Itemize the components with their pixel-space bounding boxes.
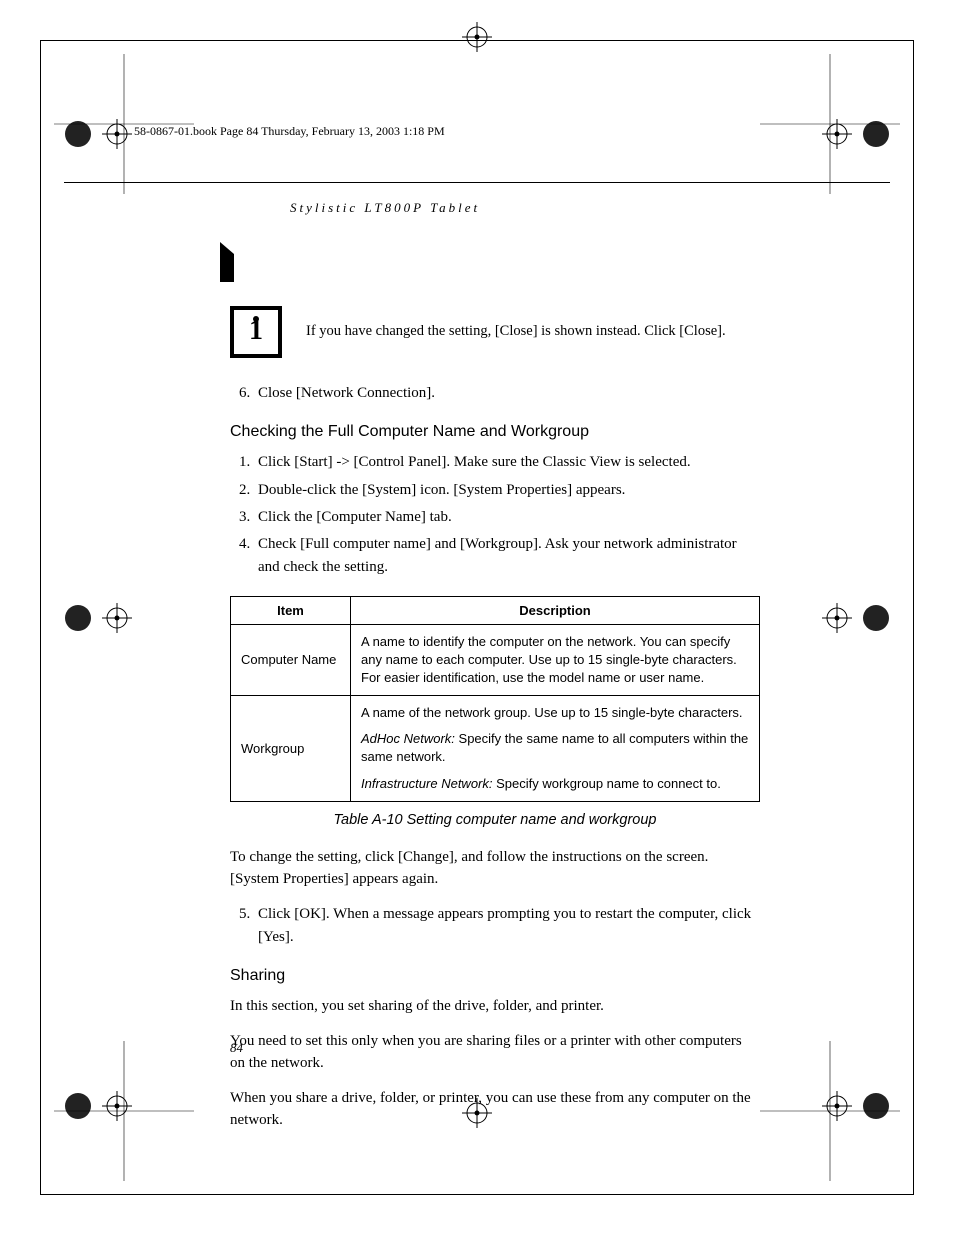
reg-mark-icon <box>822 116 894 152</box>
crop-header: 58-0867-01.book Page 84 Thursday, Februa… <box>134 124 445 139</box>
table-cell-desc: A name to identify the computer on the n… <box>351 624 760 696</box>
page-content: Stylistic LT800P Tablet 1 If you have ch… <box>230 200 760 1144</box>
step-item: Click the [Computer Name] tab. <box>254 506 760 529</box>
table-cell-paragraph: AdHoc Network: Specify the same name to … <box>361 730 749 766</box>
section-heading: Checking the Full Computer Name and Work… <box>230 423 760 441</box>
reg-mark-icon <box>822 600 894 636</box>
step-list: Close [Network Connection]. <box>230 382 760 405</box>
tab-marker-icon <box>220 242 234 282</box>
reg-line-icon <box>476 22 478 50</box>
info-icon: 1 <box>230 306 282 358</box>
paragraph: You need to set this only when you are s… <box>230 1030 760 1075</box>
step-list: Click [OK]. When a message appears promp… <box>230 903 760 950</box>
step-item: Click [Start] -> [Control Panel]. Make s… <box>254 451 760 474</box>
header-rule <box>64 182 890 183</box>
running-head: Stylistic LT800P Tablet <box>290 200 760 216</box>
table-cell-desc: A name of the network group. Use up to 1… <box>351 696 760 802</box>
table-header: Description <box>351 596 760 624</box>
step-item: Close [Network Connection]. <box>254 382 760 405</box>
table-cell-item: Workgroup <box>231 696 351 802</box>
table-row: Computer NameA name to identify the comp… <box>231 624 760 696</box>
table-cell-paragraph: A name of the network group. Use up to 1… <box>361 704 749 722</box>
section-heading: Sharing <box>230 967 760 985</box>
table-header: Item <box>231 596 351 624</box>
reg-mark-icon <box>60 600 132 636</box>
paragraph: When you share a drive, folder, or print… <box>230 1087 760 1132</box>
step-item: Double-click the [System] icon. [System … <box>254 479 760 502</box>
step-list: Click [Start] -> [Control Panel]. Make s… <box>230 451 760 579</box>
paragraph: In this section, you set sharing of the … <box>230 995 760 1018</box>
paragraph: To change the setting, click [Change], a… <box>230 846 760 891</box>
step-item: Click [OK]. When a message appears promp… <box>254 903 760 950</box>
table-caption: Table A-10 Setting computer name and wor… <box>230 812 760 828</box>
reg-mark-icon <box>60 1088 132 1124</box>
reg-mark-icon <box>822 1088 894 1124</box>
reg-mark-icon <box>60 116 132 152</box>
table-cell-paragraph: Infrastructure Network: Specify workgrou… <box>361 775 749 793</box>
table-row: Workgroup A name of the network group. Us… <box>231 696 760 802</box>
table-cell-paragraph: A name to identify the computer on the n… <box>361 633 749 688</box>
info-text: If you have changed the setting, [Close]… <box>306 321 726 343</box>
info-note: 1 If you have changed the setting, [Clos… <box>230 306 760 358</box>
spec-table: ItemDescription Computer NameA name to i… <box>230 596 760 802</box>
step-item: Check [Full computer name] and [Workgrou… <box>254 533 760 580</box>
table-cell-item: Computer Name <box>231 624 351 696</box>
page-number: 84 <box>230 1040 243 1056</box>
